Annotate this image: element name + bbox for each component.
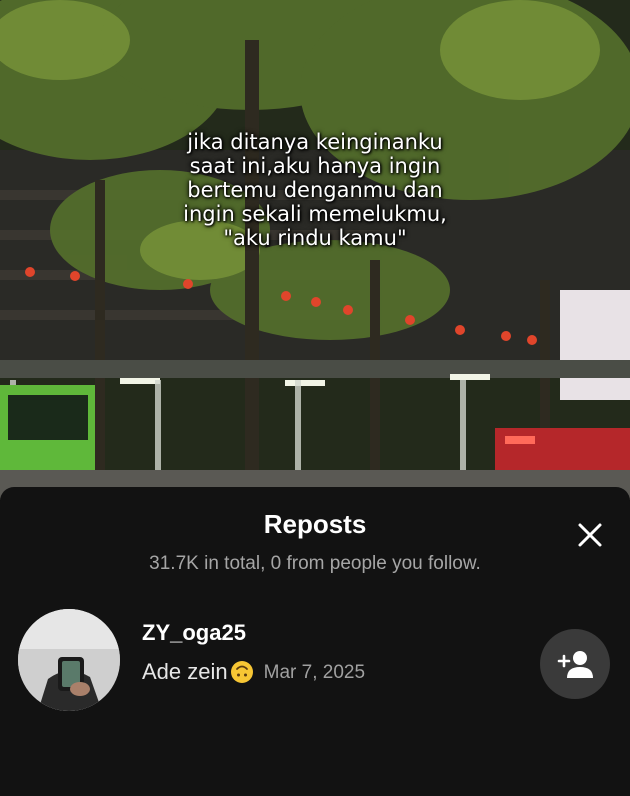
video-frame[interactable]: jika ditanya keinginanku saat ini,aku ha…: [0, 0, 630, 500]
avatar[interactable]: [18, 609, 120, 711]
add-friend-icon: [557, 651, 593, 678]
follow-button[interactable]: [540, 629, 610, 699]
video-caption-text: jika ditanya keinginanku saat ini,aku ha…: [183, 130, 447, 250]
repost-date: Mar 7, 2025: [263, 662, 366, 683]
upside-down-face-emoji-icon: [230, 660, 254, 684]
sheet-title: Reposts: [263, 509, 367, 539]
close-icon: [578, 523, 602, 547]
close-button[interactable]: [572, 517, 608, 553]
username[interactable]: ZY_oga25: [142, 620, 246, 646]
avatar-photo: [18, 609, 120, 711]
reposts-sheet: Reposts 31.7K in total, 0 from people yo…: [0, 487, 630, 796]
video-scene: [0, 0, 630, 500]
display-name: Ade zein: [142, 659, 228, 684]
reposts-summary: 31.7K in total, 0 from people you follow…: [149, 553, 481, 574]
list-item[interactable]: ZY_oga25 Ade zein Mar 7, 2025: [0, 607, 630, 713]
user-meta: Ade zein Mar 7, 2025: [142, 659, 365, 685]
